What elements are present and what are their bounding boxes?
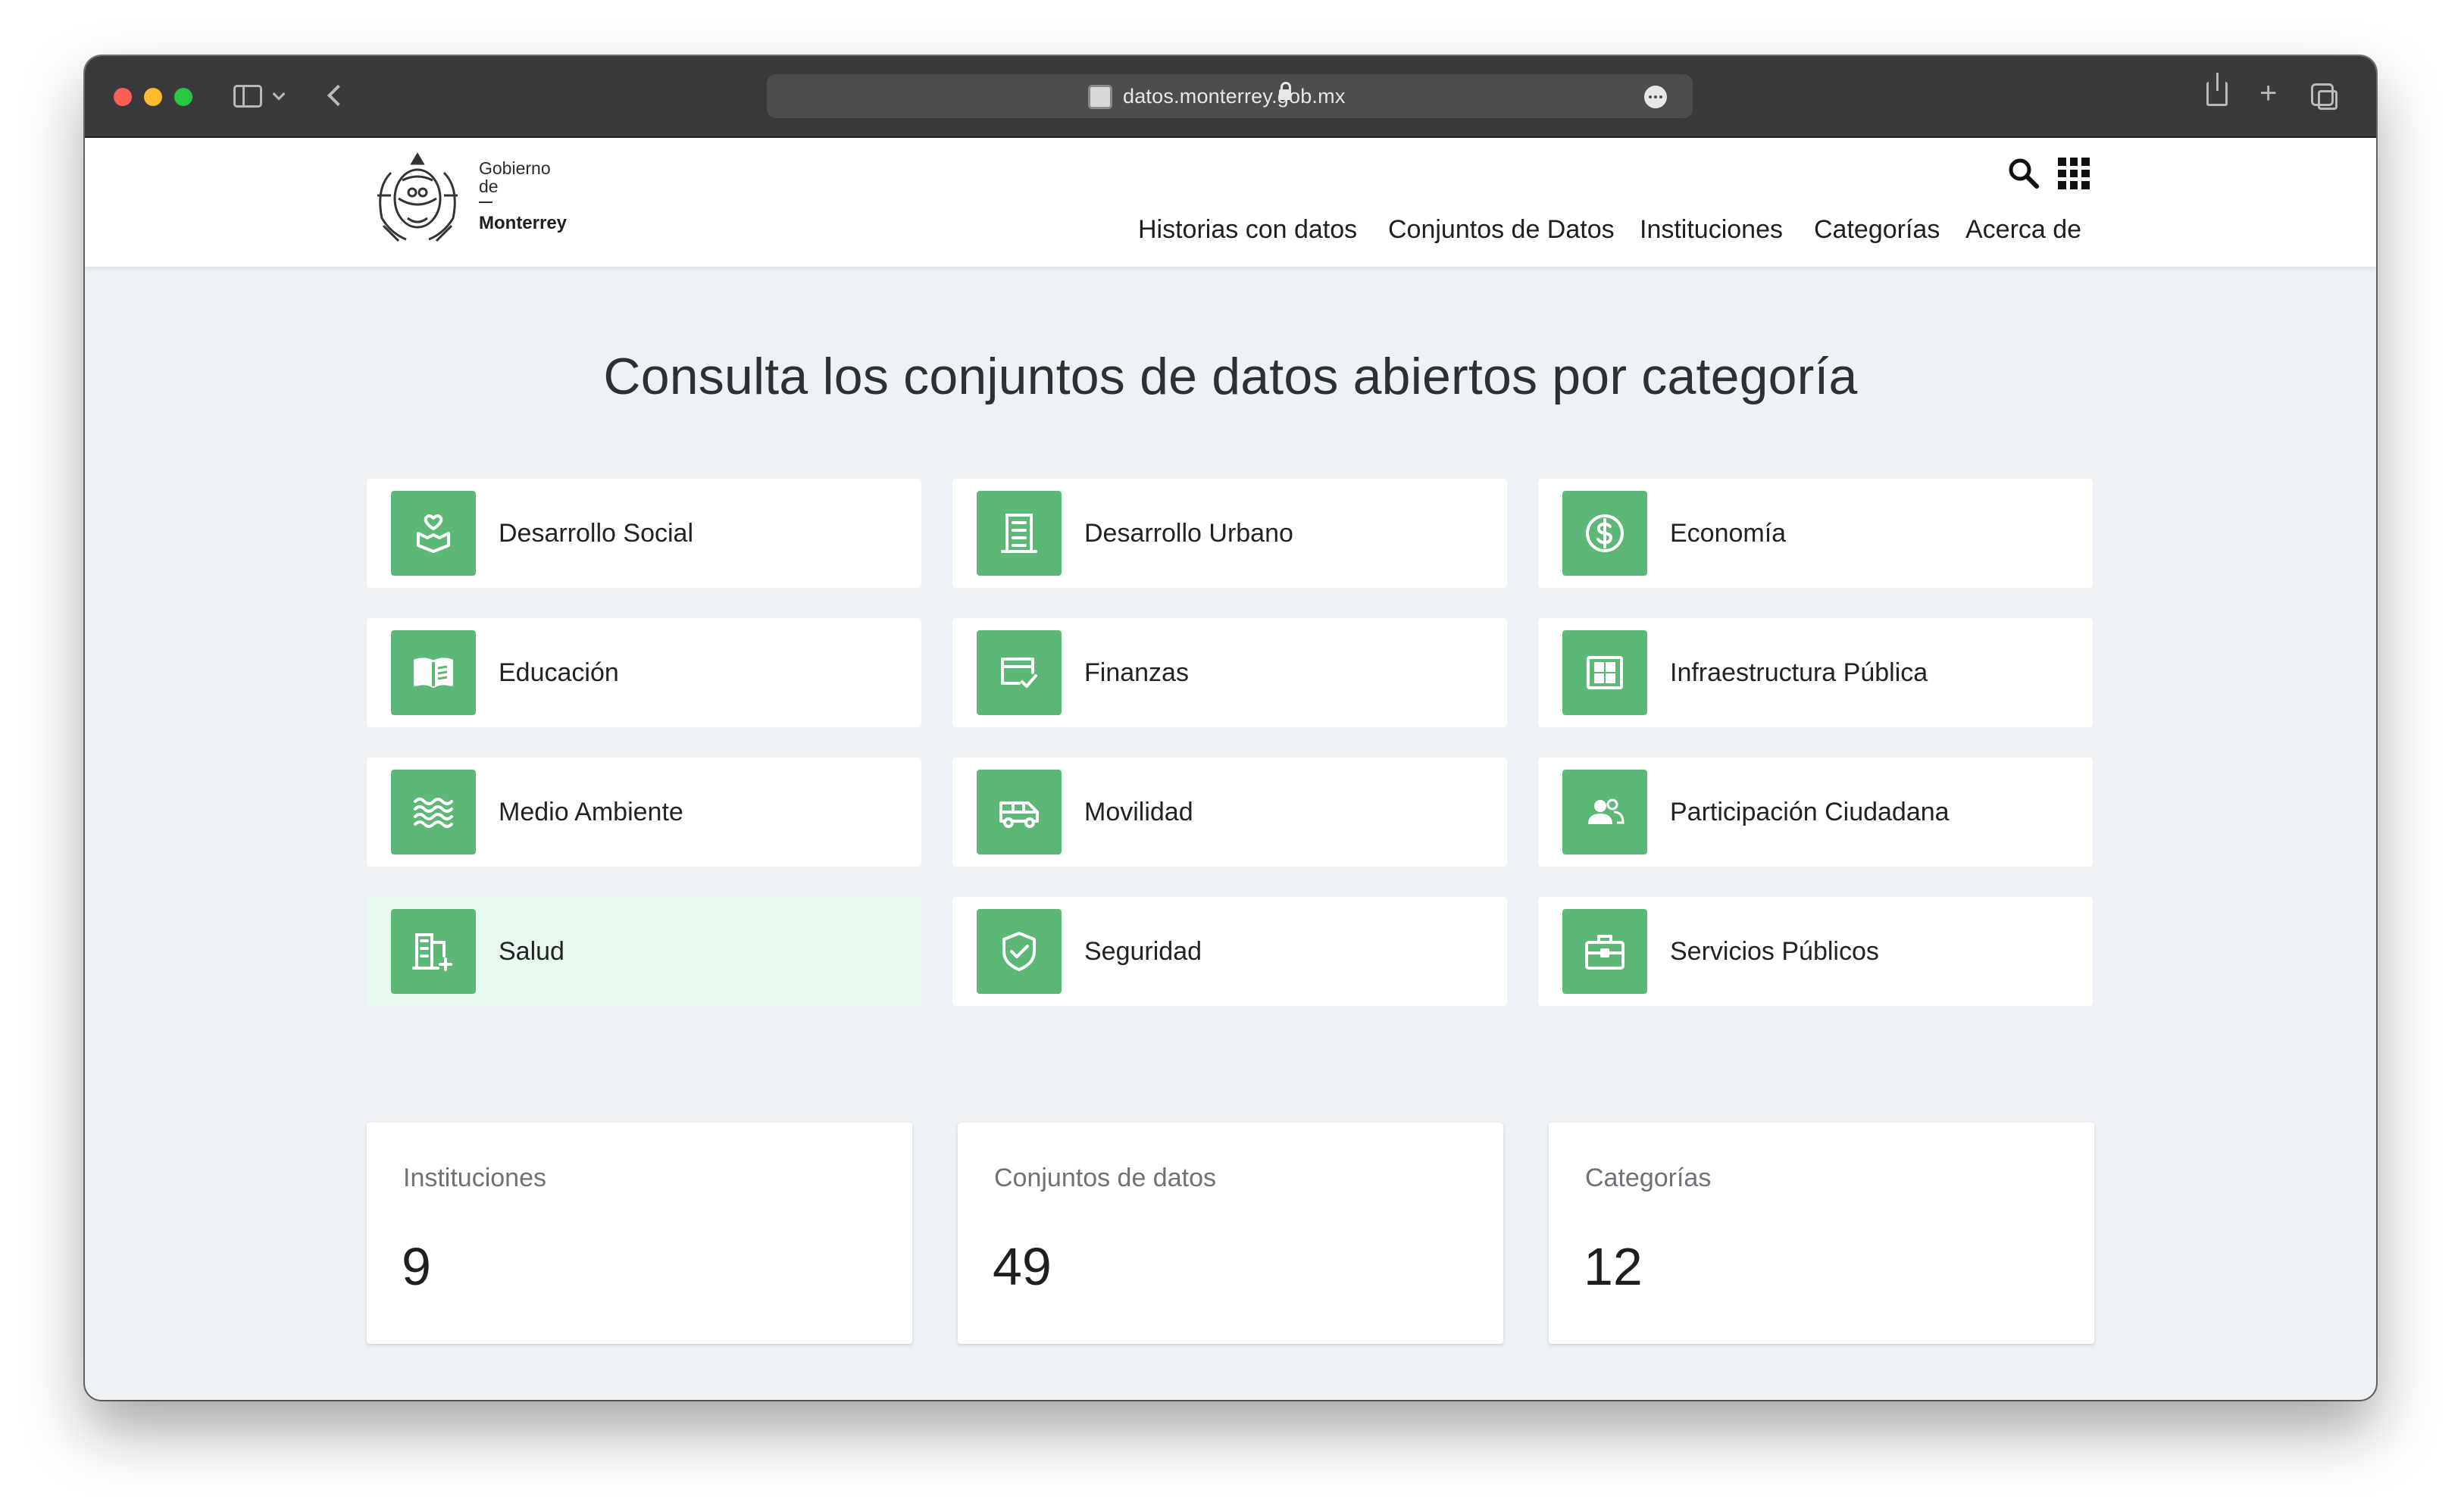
open-book-icon <box>391 630 476 715</box>
nav-historias-con-datos[interactable]: Historias con datos <box>1138 215 1357 245</box>
hand-heart-icon <box>391 491 476 576</box>
site-favicon-icon <box>1088 85 1112 109</box>
minimize-window-button[interactable] <box>144 88 162 106</box>
nav-instituciones[interactable]: Instituciones <box>1640 215 1783 245</box>
category-servicios-publicos[interactable]: Servicios Públicos <box>1538 897 2093 1006</box>
logo-text-gobierno: Gobierno <box>479 158 551 178</box>
stat-value: 49 <box>993 1237 1052 1296</box>
stat-label: Conjuntos de datos <box>994 1164 1216 1192</box>
category-label: Servicios Públicos <box>1670 937 1879 966</box>
stat-value: 9 <box>402 1237 431 1296</box>
category-finanzas[interactable]: Finanzas <box>952 618 1507 727</box>
browser-window: datos.monterrey.gob.mx + Gobierno de Mon… <box>85 56 2376 1400</box>
category-economia[interactable]: Economía <box>1538 479 2093 588</box>
grid-panel-icon <box>1562 630 1647 715</box>
van-icon <box>977 770 1062 854</box>
category-label: Infraestructura Pública <box>1670 658 1928 687</box>
apps-grid-icon[interactable] <box>2058 158 2090 189</box>
logo-text-de: de <box>479 177 499 196</box>
category-label: Medio Ambiente <box>499 798 683 826</box>
category-label: Participación Ciudadana <box>1670 798 1950 826</box>
logo-divider <box>479 201 493 203</box>
address-bar[interactable]: datos.monterrey.gob.mx <box>767 74 1693 118</box>
category-label: Desarrollo Urbano <box>1084 519 1293 548</box>
stat-card-instituciones[interactable]: Instituciones 9 <box>367 1123 912 1344</box>
site-header: Gobierno de Monterrey Historias con dato… <box>85 138 2376 267</box>
back-arrow-icon[interactable] <box>327 84 349 107</box>
sidebar-toggle-icon[interactable] <box>233 85 262 108</box>
browser-toolbar: datos.monterrey.gob.mx + <box>85 56 2376 138</box>
category-label: Seguridad <box>1084 937 1202 966</box>
category-medio-ambiente[interactable]: Medio Ambiente <box>367 758 921 867</box>
stat-card-categorias[interactable]: Categorías 12 <box>1549 1123 2094 1344</box>
address-url: datos.monterrey.gob.mx <box>1123 85 1346 108</box>
category-participacion-ciudadana[interactable]: Participación Ciudadana <box>1538 758 2093 867</box>
waves-icon <box>391 770 476 854</box>
shield-check-icon <box>977 909 1062 994</box>
nav-acerca-de[interactable]: Acerca de <box>1965 215 2081 245</box>
close-window-button[interactable] <box>114 88 132 106</box>
hospital-icon <box>391 909 476 994</box>
search-icon[interactable] <box>2006 156 2040 189</box>
category-label: Desarrollo Social <box>499 519 693 548</box>
page-title: Consulta los conjuntos de datos abiertos… <box>603 348 1858 405</box>
category-desarrollo-urbano[interactable]: Desarrollo Urbano <box>952 479 1507 588</box>
new-tab-icon[interactable]: + <box>2259 78 2277 108</box>
share-icon[interactable] <box>2206 73 2228 106</box>
nav-conjuntos-de-datos[interactable]: Conjuntos de Datos <box>1388 215 1615 245</box>
category-label: Salud <box>499 937 564 966</box>
category-salud[interactable]: Salud <box>367 897 921 1006</box>
zoom-window-button[interactable] <box>174 88 192 106</box>
dollar-circle-icon <box>1562 491 1647 576</box>
stat-label: Instituciones <box>403 1164 546 1192</box>
category-label: Finanzas <box>1084 658 1189 687</box>
stat-card-conjuntos-de-datos[interactable]: Conjuntos de datos 49 <box>958 1123 1503 1344</box>
category-label: Economía <box>1670 519 1787 548</box>
people-icon <box>1562 770 1647 854</box>
category-label: Educación <box>499 658 619 687</box>
briefcase-icon <box>1562 909 1647 994</box>
building-icon <box>977 491 1062 576</box>
category-educacion[interactable]: Educación <box>367 618 921 727</box>
stat-label: Categorías <box>1585 1164 1712 1192</box>
card-check-icon <box>977 630 1062 715</box>
more-options-icon[interactable] <box>1644 86 1667 108</box>
main-nav: Historias con datos Conjuntos de Datos I… <box>85 215 2376 248</box>
tab-overview-icon[interactable] <box>2311 83 2337 110</box>
category-movilidad[interactable]: Movilidad <box>952 758 1507 867</box>
category-infraestructura-publica[interactable]: Infraestructura Pública <box>1538 618 2093 727</box>
lock-icon <box>1279 82 1291 100</box>
category-label: Movilidad <box>1084 798 1193 826</box>
nav-categorias[interactable]: Categorías <box>1814 215 1940 245</box>
category-seguridad[interactable]: Seguridad <box>952 897 1507 1006</box>
category-desarrollo-social[interactable]: Desarrollo Social <box>367 479 921 588</box>
stat-value: 12 <box>1584 1237 1643 1296</box>
chevron-down-icon[interactable] <box>272 87 286 101</box>
